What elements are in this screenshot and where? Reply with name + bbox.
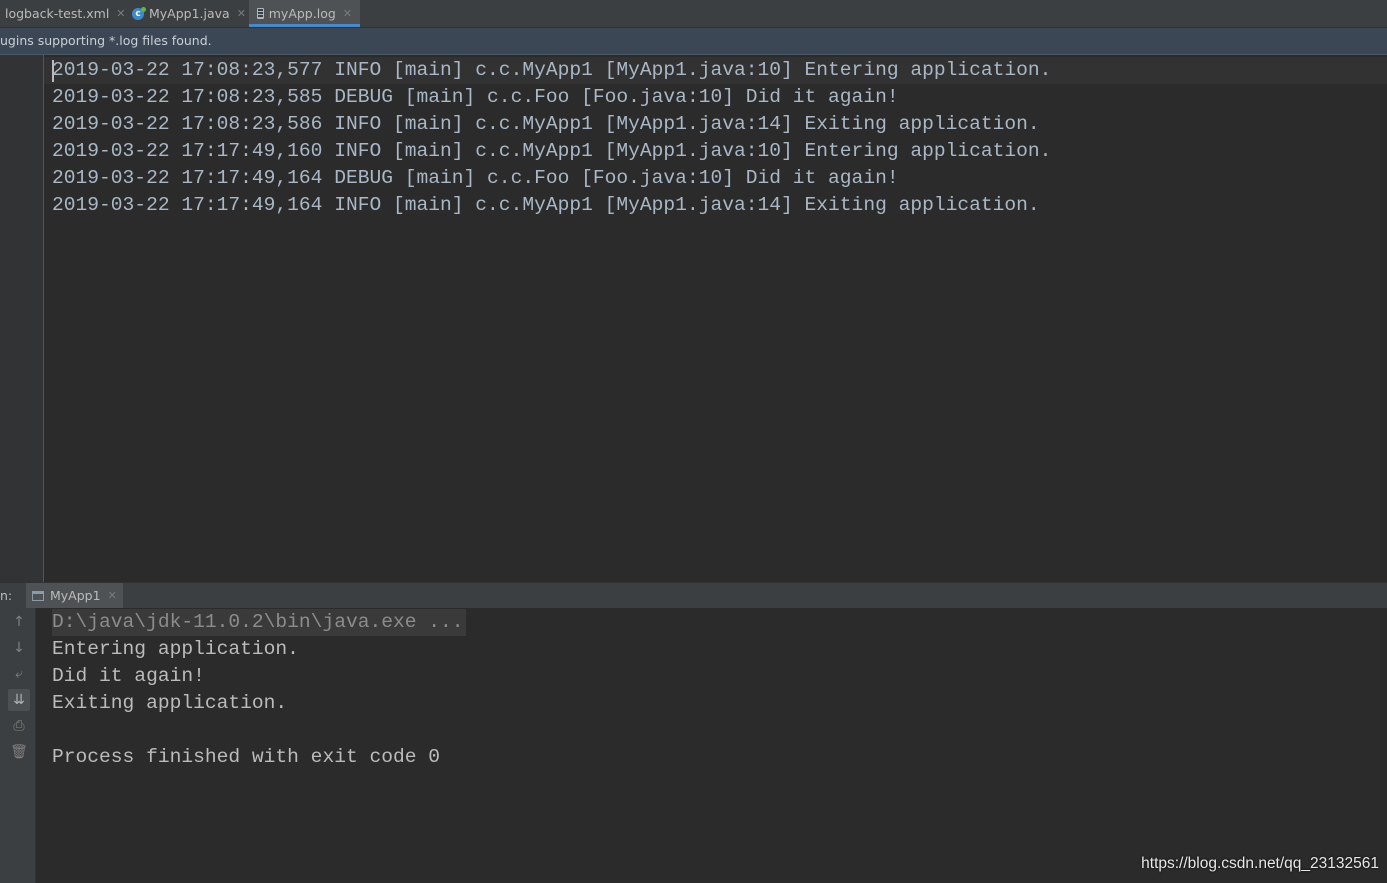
close-icon[interactable]: ✕: [343, 7, 352, 20]
arrow-down-icon[interactable]: ↓: [8, 637, 30, 659]
run-toolbar: ↑ ↓ ⤶ ⇊ ⎙ 🗑: [0, 608, 36, 883]
log-file-icon: [257, 8, 264, 19]
log-editor[interactable]: 2019-03-22 17:08:23,577 INFO [main] c.c.…: [0, 55, 1387, 582]
editor-line: 2019-03-22 17:17:49,160 INFO [main] c.c.…: [52, 140, 1052, 162]
console-line: Did it again!: [52, 665, 205, 687]
soft-wrap-icon[interactable]: ⤶: [8, 663, 30, 685]
tab-myapp1-java[interactable]: c MyApp1.java ✕: [132, 0, 246, 27]
run-tab-label: MyApp1: [50, 588, 101, 603]
tab-label: myApp.log: [268, 6, 336, 21]
editor-line: 2019-03-22 17:17:49,164 DEBUG [main] c.c…: [52, 167, 899, 189]
editor-line: 2019-03-22 17:17:49,164 INFO [main] c.c.…: [52, 194, 1040, 216]
tab-myapp-log[interactable]: myApp.log ✕: [249, 0, 360, 27]
close-icon[interactable]: ✕: [237, 7, 246, 20]
console-line: Exiting application.: [52, 692, 288, 714]
editor-content[interactable]: 2019-03-22 17:08:23,577 INFO [main] c.c.…: [44, 57, 1387, 219]
editor-line: 2019-03-22 17:08:23,577 INFO [main] c.c.…: [44, 57, 1387, 84]
print-icon[interactable]: ⎙: [8, 715, 30, 737]
banner-text: ugins supporting *.log files found.: [0, 33, 212, 48]
editor-line: 2019-03-22 17:08:23,586 INFO [main] c.c.…: [52, 113, 1040, 135]
plugin-suggestion-banner: ugins supporting *.log files found.: [0, 28, 1387, 55]
console-line: Entering application.: [52, 638, 299, 660]
console-output[interactable]: D:\java\jdk-11.0.2\bin\java.exe ... Ente…: [36, 608, 1387, 883]
console-command-line[interactable]: D:\java\jdk-11.0.2\bin\java.exe ...: [52, 609, 466, 636]
tab-logback-test-xml[interactable]: logback-test.xml ✕: [0, 0, 126, 27]
close-icon[interactable]: ✕: [108, 589, 117, 602]
run-label: n:: [0, 588, 13, 603]
tab-label: MyApp1.java: [149, 6, 230, 21]
tab-label: logback-test.xml: [5, 6, 110, 21]
console-icon: [32, 590, 44, 601]
console-exit-line: Process finished with exit code 0: [52, 746, 441, 768]
arrow-up-icon[interactable]: ↑: [8, 611, 30, 633]
close-icon[interactable]: ✕: [116, 7, 125, 20]
java-class-icon: c: [132, 6, 146, 20]
editor-gutter: [0, 55, 44, 582]
run-tool-window-header: n: MyApp1 ✕: [0, 582, 1387, 609]
scroll-to-end-icon[interactable]: ⇊: [8, 689, 30, 711]
editor-tab-bar: logback-test.xml ✕ c MyApp1.java ✕ myApp…: [0, 0, 1387, 28]
watermark: https://blog.csdn.net/qq_23132561: [1141, 855, 1379, 872]
editor-line: 2019-03-22 17:08:23,585 DEBUG [main] c.c…: [52, 86, 899, 108]
text-caret: [52, 60, 54, 82]
run-tab-myapp1[interactable]: MyApp1 ✕: [26, 583, 123, 608]
trash-icon[interactable]: 🗑: [8, 741, 30, 763]
